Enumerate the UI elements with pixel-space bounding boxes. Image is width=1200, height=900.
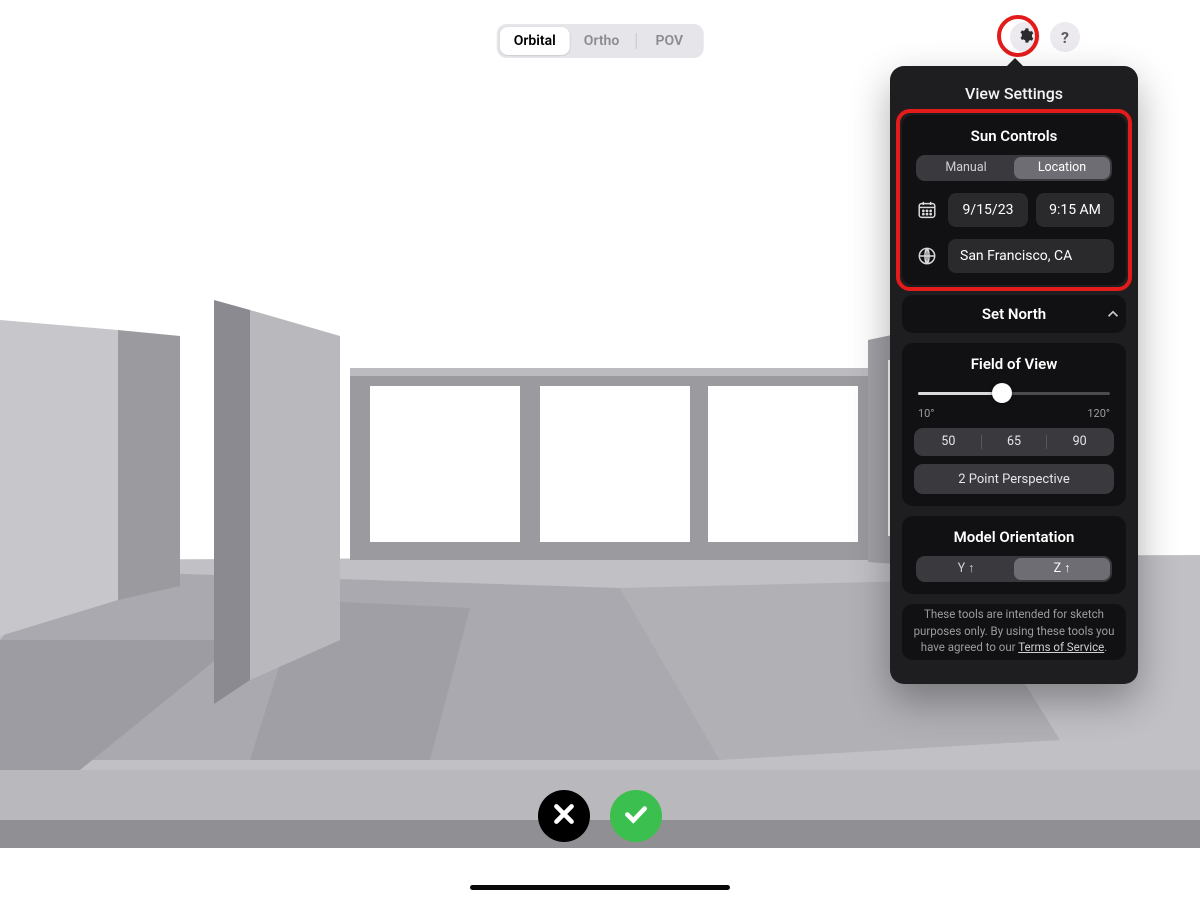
fov-preset-50[interactable]: 50 <box>916 430 981 454</box>
home-indicator <box>470 885 730 890</box>
close-icon <box>551 801 577 831</box>
fov-min-label: 10° <box>918 407 934 420</box>
chevron-up-icon <box>1104 305 1122 323</box>
fov-slider-thumb[interactable] <box>992 383 1012 403</box>
set-north-label: Set North <box>982 305 1046 323</box>
cancel-button[interactable] <box>538 790 590 842</box>
confirm-button[interactable] <box>610 790 662 842</box>
disclaimer-suffix: . <box>1104 640 1107 654</box>
sun-mode-manual[interactable]: Manual <box>918 157 1014 179</box>
view-settings-popover: View Settings Sun Controls Manual Locati… <box>890 66 1138 684</box>
sun-controls-card: Sun Controls Manual Location 9/15/23 9:1… <box>902 115 1126 285</box>
camera-mode-orbital[interactable]: Orbital <box>500 27 570 55</box>
set-north-row[interactable]: Set North <box>902 295 1126 333</box>
popover-title: View Settings <box>902 84 1126 103</box>
sun-controls-heading: Sun Controls <box>914 127 1114 145</box>
sun-mode-location[interactable]: Location <box>1014 157 1110 179</box>
fov-presets[interactable]: 50 65 90 <box>914 428 1114 456</box>
gear-icon <box>1017 27 1034 48</box>
sun-location-chip[interactable]: San Francisco, CA <box>948 239 1114 273</box>
two-point-perspective-button[interactable]: 2 Point Perspective <box>914 464 1114 494</box>
fov-max-label: 120° <box>1087 407 1110 420</box>
camera-mode-segmented[interactable]: Orbital Ortho POV <box>497 24 704 58</box>
help-button[interactable]: ? <box>1050 22 1080 52</box>
fov-preset-65[interactable]: 65 <box>982 430 1047 454</box>
segmented-separator <box>635 33 636 49</box>
orientation-y-up[interactable]: Y ↑ <box>918 558 1014 580</box>
app-stage: Orbital Ortho POV ? View Settings Sun Co… <box>0 0 1200 900</box>
model-orientation-card: Model Orientation Y ↑ Z ↑ <box>902 516 1126 594</box>
sun-time-chip[interactable]: 9:15 AM <box>1036 193 1114 227</box>
orientation-heading: Model Orientation <box>914 528 1114 546</box>
orientation-segmented[interactable]: Y ↑ Z ↑ <box>916 556 1112 582</box>
camera-mode-pov[interactable]: POV <box>638 27 700 55</box>
globe-icon <box>914 245 940 267</box>
fov-preset-90[interactable]: 90 <box>1047 430 1112 454</box>
sun-mode-segmented[interactable]: Manual Location <box>916 155 1112 181</box>
calendar-icon <box>914 199 940 221</box>
field-of-view-card: Field of View 10° 120° 50 65 90 2 Point … <box>902 343 1126 506</box>
disclaimer-card: These tools are intended for sketch purp… <box>902 604 1126 660</box>
camera-mode-ortho[interactable]: Ortho <box>570 27 633 55</box>
help-icon: ? <box>1061 28 1069 47</box>
check-icon <box>623 801 649 831</box>
fov-heading: Field of View <box>914 355 1114 373</box>
fov-slider[interactable] <box>918 383 1110 403</box>
sun-date-chip[interactable]: 9/15/23 <box>948 193 1028 227</box>
settings-button[interactable] <box>1010 22 1040 52</box>
orientation-z-up[interactable]: Z ↑ <box>1014 558 1110 580</box>
terms-of-service-link[interactable]: Terms of Service <box>1018 640 1104 654</box>
